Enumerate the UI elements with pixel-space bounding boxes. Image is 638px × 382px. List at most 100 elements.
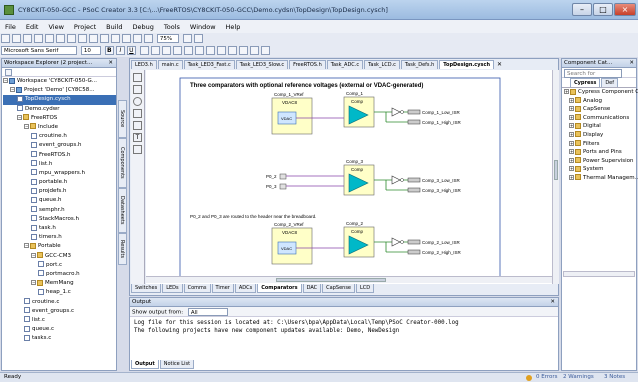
- document-tab[interactable]: main.c: [157, 60, 183, 69]
- tree-item[interactable]: − Project 'Demo' [CY8C58...: [3, 86, 116, 95]
- tree-item[interactable]: Demo.cydwr: [3, 105, 116, 114]
- arrange-icon[interactable]: [205, 46, 215, 55]
- menu-tools[interactable]: Tools: [159, 20, 185, 31]
- collapse-icon[interactable]: [5, 69, 12, 76]
- catalog-item[interactable]: + Thermal Managem...: [564, 174, 638, 183]
- bold-button[interactable]: B: [104, 46, 114, 55]
- copy-icon[interactable]: [89, 34, 98, 43]
- ellipse-tool-icon[interactable]: [133, 97, 142, 106]
- tree-item[interactable]: − Portable: [3, 242, 116, 251]
- align-right-icon[interactable]: [161, 46, 171, 55]
- catalog-item[interactable]: + Analog: [564, 97, 636, 106]
- document-tab[interactable]: FreeRTOS.h: [289, 60, 326, 69]
- align-center-icon[interactable]: [150, 46, 160, 55]
- grid-icon[interactable]: [260, 46, 270, 55]
- tree-item[interactable]: queue.c: [3, 325, 116, 334]
- output-log[interactable]: Log file for this session is located at:…: [130, 317, 558, 359]
- catalog-search-input[interactable]: Search for: [564, 69, 622, 78]
- tab-source[interactable]: Source: [118, 100, 127, 138]
- expand-icon[interactable]: +: [569, 114, 574, 120]
- error-count[interactable]: 0 Errors: [536, 373, 558, 382]
- menu-window[interactable]: Window: [185, 20, 221, 31]
- sheet-tab[interactable]: Comparators: [257, 284, 302, 293]
- tree-item[interactable]: list.h: [3, 160, 116, 169]
- tree-item[interactable]: croutine.h: [3, 132, 116, 141]
- tab-datasheets[interactable]: Datasheets: [118, 188, 127, 233]
- underline-button[interactable]: U: [126, 46, 136, 55]
- cut-icon[interactable]: [78, 34, 87, 43]
- sheet-tab[interactable]: DAC: [302, 284, 322, 293]
- sheet-tab[interactable]: Timer: [211, 284, 234, 293]
- catalog-item[interactable]: + Filters: [564, 140, 636, 149]
- tree-item[interactable]: queue.h: [3, 196, 116, 205]
- catalog-scrollbar[interactable]: [563, 271, 635, 277]
- tree-item[interactable]: − MemMang: [3, 279, 116, 288]
- tree-item[interactable]: list.c: [3, 316, 116, 325]
- tab-components[interactable]: Components: [118, 138, 127, 188]
- pointer-tool-icon[interactable]: [133, 73, 142, 82]
- expand-icon[interactable]: −: [31, 252, 36, 258]
- tree-item[interactable]: semphr.h: [3, 206, 116, 215]
- text-color-icon[interactable]: [172, 46, 182, 55]
- sheet-tab[interactable]: LEDs: [162, 284, 183, 293]
- document-tab[interactable]: Task_LED3_Fast.c: [183, 60, 235, 69]
- build-icon[interactable]: [45, 34, 54, 43]
- expand-icon[interactable]: +: [569, 97, 574, 103]
- tree-item[interactable]: task.h: [3, 224, 116, 233]
- catalog-item[interactable]: + Digital: [564, 122, 636, 131]
- catalog-item[interactable]: + Cypress Component C...: [564, 88, 638, 97]
- expand-icon[interactable]: −: [24, 243, 29, 249]
- menu-debug[interactable]: Debug: [128, 20, 159, 31]
- align-left-icon[interactable]: [139, 46, 149, 55]
- document-tab[interactable]: Task_Defs.h: [400, 60, 439, 69]
- sheet-tab[interactable]: ADCs: [234, 284, 257, 293]
- open-icon[interactable]: [12, 34, 21, 43]
- vertical-scroll-thumb[interactable]: [554, 160, 558, 180]
- tab-close-icon[interactable]: ✕: [495, 61, 502, 68]
- tree-item[interactable]: − Workspace 'CY8CKIT-050-G...: [3, 77, 116, 86]
- tree-item[interactable]: − FreeRTOS: [3, 114, 116, 123]
- sheet-tab[interactable]: LCD: [356, 284, 375, 293]
- expand-icon[interactable]: +: [569, 166, 574, 172]
- image-tool-icon[interactable]: [133, 145, 142, 154]
- tab-results[interactable]: Results: [118, 233, 127, 265]
- close-panel-icon[interactable]: ✕: [108, 59, 113, 68]
- save-all-icon[interactable]: [34, 34, 43, 43]
- output-tab[interactable]: Output: [131, 360, 159, 369]
- expand-icon[interactable]: −: [3, 78, 8, 83]
- font-family-combo[interactable]: Microsoft Sans Serif: [1, 46, 77, 55]
- document-tab[interactable]: Task_LED3_Slow.c: [235, 60, 289, 69]
- sheet-tab[interactable]: Comms: [183, 284, 211, 293]
- find-icon[interactable]: [144, 34, 153, 43]
- italic-button[interactable]: I: [115, 46, 125, 55]
- schematic-canvas[interactable]: Three comparators with optional referenc…: [146, 70, 552, 284]
- expand-icon[interactable]: +: [569, 140, 574, 146]
- tree-item[interactable]: StackMacros.h: [3, 215, 116, 224]
- fill-color-icon[interactable]: [183, 46, 193, 55]
- tree-item[interactable]: mpu_wrappers.h: [3, 169, 116, 178]
- line-color-icon[interactable]: [194, 46, 204, 55]
- catalog-item[interactable]: + Display: [564, 131, 636, 140]
- close-catalog-icon[interactable]: ✕: [629, 59, 634, 68]
- tree-item[interactable]: heap_1.c: [3, 288, 116, 297]
- horizontal-scrollbar[interactable]: [146, 276, 552, 283]
- align-icon[interactable]: [216, 46, 226, 55]
- document-tab[interactable]: LED3.h: [131, 60, 157, 69]
- tree-item[interactable]: FreeRTOS.h: [3, 151, 116, 160]
- expand-icon[interactable]: +: [569, 131, 574, 137]
- expand-icon[interactable]: −: [17, 114, 22, 120]
- catalog-tab[interactable]: Cypress: [570, 78, 601, 87]
- debug-icon[interactable]: [67, 34, 76, 43]
- catalog-item[interactable]: + CapSense: [564, 105, 636, 114]
- warning-count[interactable]: 2 Warnings: [563, 373, 594, 382]
- minimize-button[interactable]: –: [572, 3, 592, 16]
- rectangle-tool-icon[interactable]: [133, 109, 142, 118]
- notes-count[interactable]: 3 Notes: [604, 373, 625, 382]
- undo-icon[interactable]: [122, 34, 131, 43]
- font-size-combo[interactable]: 10: [80, 46, 101, 55]
- sheet-tab[interactable]: CapSense: [322, 284, 356, 293]
- maximize-button[interactable]: □: [593, 3, 613, 16]
- close-output-icon[interactable]: ✕: [550, 298, 555, 307]
- menu-build[interactable]: Build: [101, 20, 127, 31]
- expand-icon[interactable]: −: [24, 123, 29, 129]
